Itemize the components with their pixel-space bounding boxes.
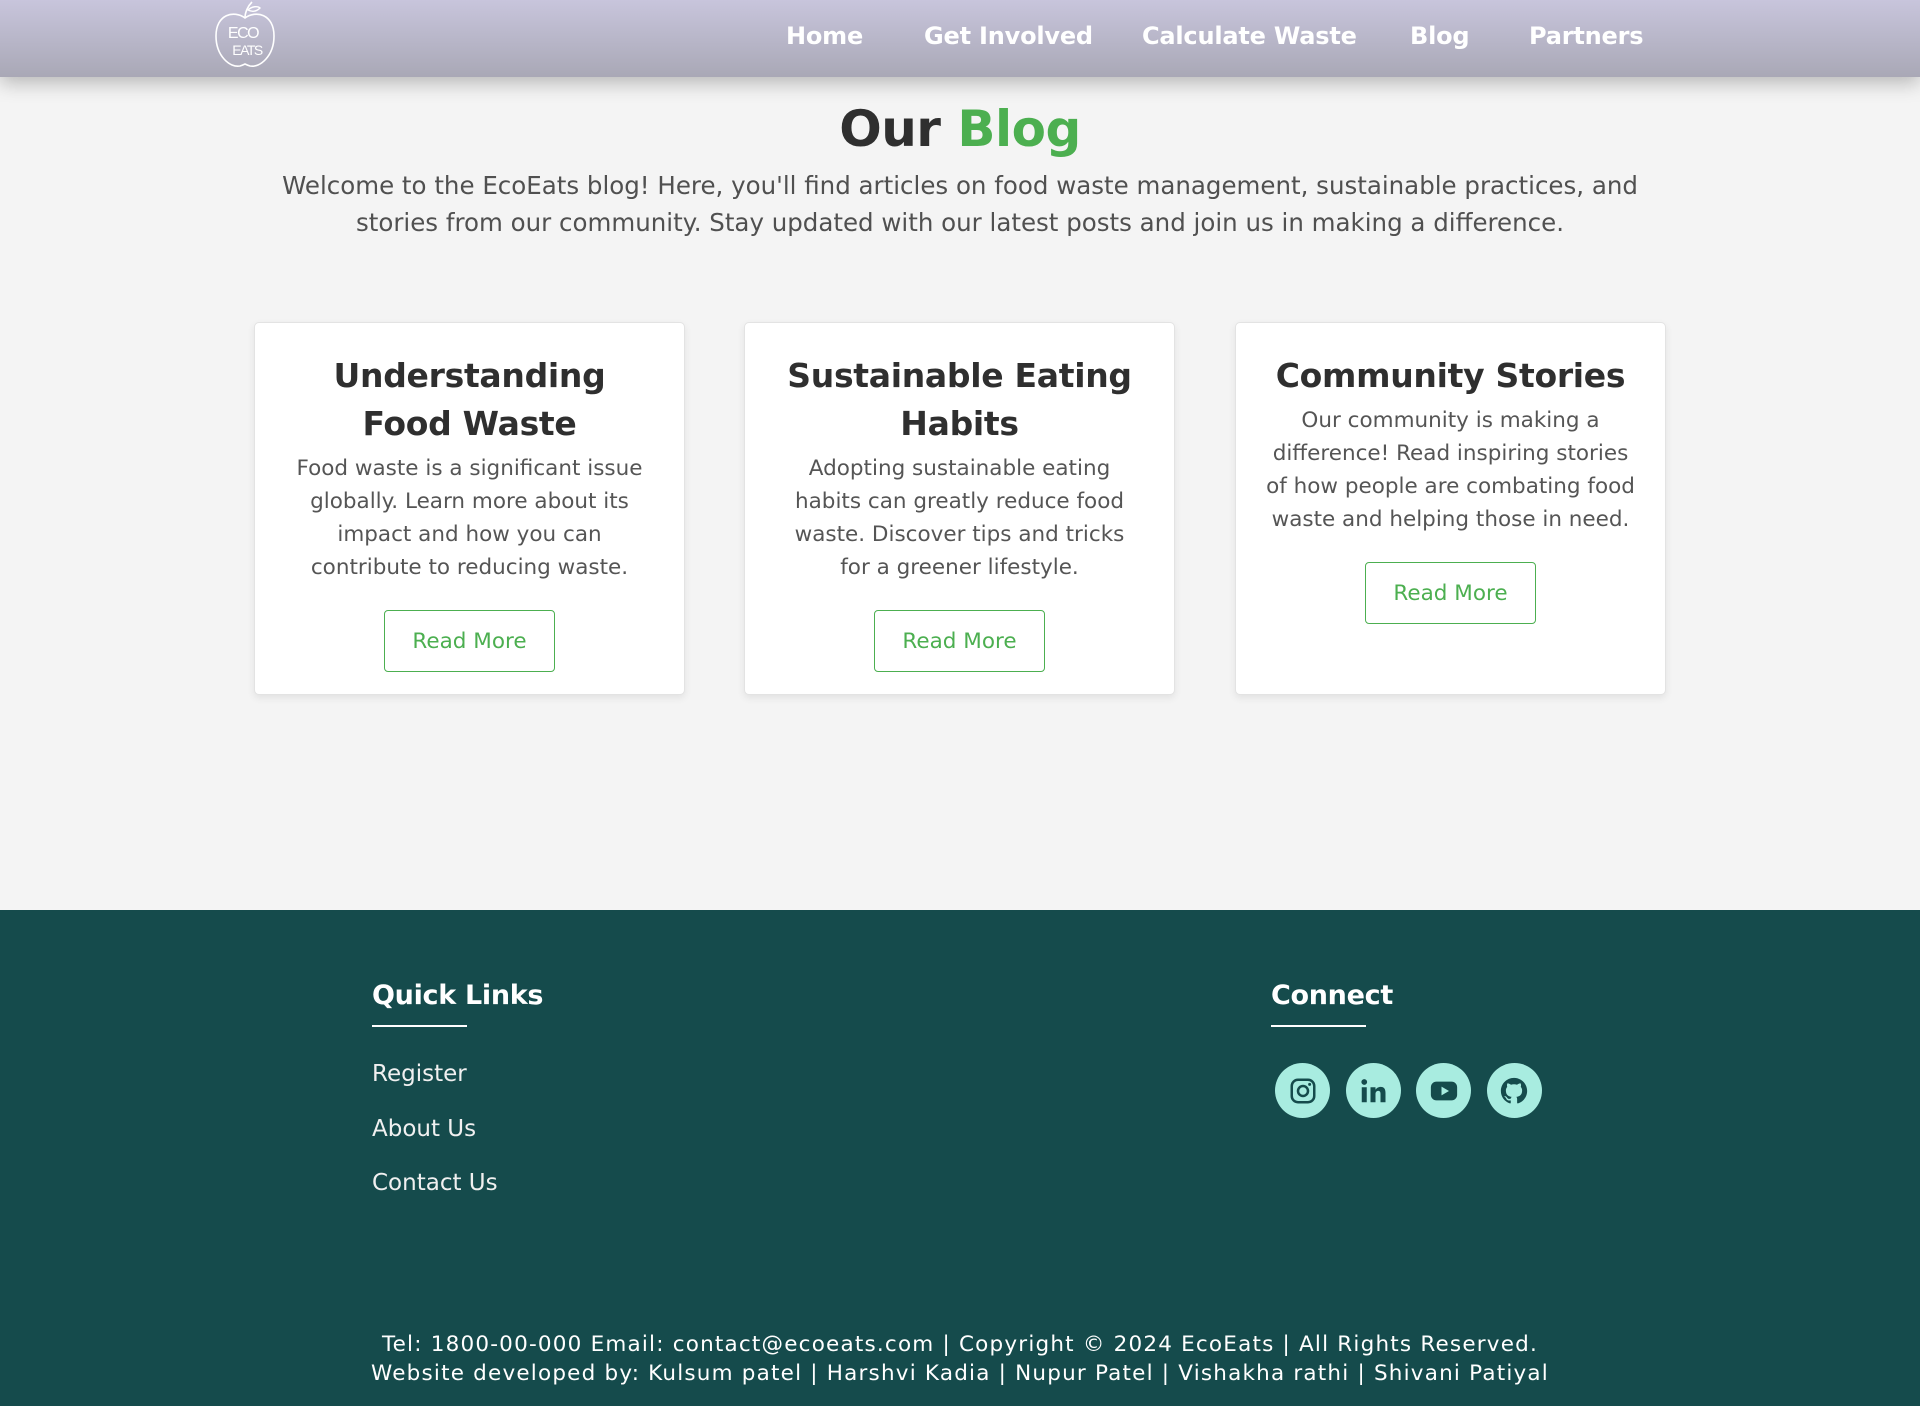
blog-intro: Welcome to the EcoEats blog! Here, you'l… — [282, 171, 1638, 237]
nav-calculate-waste[interactable]: Calculate Waste — [1142, 22, 1357, 50]
quick-link-about-us[interactable]: About Us — [372, 1116, 476, 1142]
quick-links-title: Quick Links — [372, 980, 544, 1011]
nav-home[interactable]: Home — [786, 22, 863, 50]
instagram-link[interactable] — [1275, 1063, 1330, 1118]
nav-blog[interactable]: Blog — [1410, 22, 1470, 50]
blog-card-text: Food waste is a significant issue global… — [296, 456, 643, 580]
site-header: ECO EATS Home Get Involved Calculate Was… — [0, 0, 1920, 77]
footer-contact-copyright: Tel: 1800-00-000 Email: contact@ecoeats.… — [381, 1332, 1539, 1357]
blog-card-title: Community Stories — [1275, 356, 1626, 395]
quick-link-item: Contact Us — [372, 1170, 498, 1225]
youtube-icon — [1430, 1081, 1457, 1100]
blog-card: Understanding Food Waste Food waste is a… — [254, 322, 685, 695]
youtube-link[interactable] — [1416, 1063, 1471, 1118]
linkedin-link[interactable] — [1345, 1063, 1401, 1118]
ecoeats-logo[interactable]: ECO EATS — [212, 0, 278, 70]
svg-text:ECO: ECO — [228, 25, 259, 42]
social-links — [1275, 1063, 1557, 1118]
footer-developers: Website developed by: Kulsum patel | Har… — [371, 1361, 1549, 1386]
quick-link-contact-us[interactable]: Contact Us — [372, 1170, 498, 1196]
blog-card-title: Sustainable Eating Habits — [787, 356, 1132, 443]
page-title-accent: Blog — [957, 100, 1081, 158]
page-title-prefix: Our — [839, 100, 941, 158]
blog-card-title: Understanding Food Waste — [333, 356, 606, 443]
read-more-button[interactable]: Read More — [874, 610, 1045, 672]
connect-title: Connect — [1271, 980, 1393, 1011]
svg-text:EATS: EATS — [232, 42, 263, 58]
quick-link-item: About Us — [372, 1116, 498, 1171]
blog-card-text: Our community is making a difference! Re… — [1266, 408, 1635, 532]
quick-links-list: Register About Us Contact Us — [372, 1061, 498, 1225]
instagram-icon — [1290, 1078, 1315, 1103]
read-more-button[interactable]: Read More — [384, 610, 555, 672]
quick-link-register[interactable]: Register — [372, 1061, 467, 1087]
blog-card-text: Adopting sustainable eating habits can g… — [794, 456, 1125, 580]
read-more-button[interactable]: Read More — [1365, 562, 1536, 624]
quick-link-item: Register — [372, 1061, 498, 1116]
github-icon — [1500, 1077, 1528, 1103]
nav-partners[interactable]: Partners — [1529, 22, 1644, 50]
blog-card: Sustainable Eating Habits Adopting susta… — [744, 322, 1175, 695]
nav-get-involved[interactable]: Get Involved — [924, 22, 1093, 50]
blog-card: Community Stories Our community is makin… — [1235, 322, 1666, 695]
quick-links-underline — [372, 1025, 467, 1027]
connect-underline — [1271, 1025, 1366, 1027]
linkedin-icon — [1361, 1078, 1386, 1102]
page-title: Our Blog — [0, 100, 1920, 158]
github-link[interactable] — [1486, 1063, 1542, 1118]
